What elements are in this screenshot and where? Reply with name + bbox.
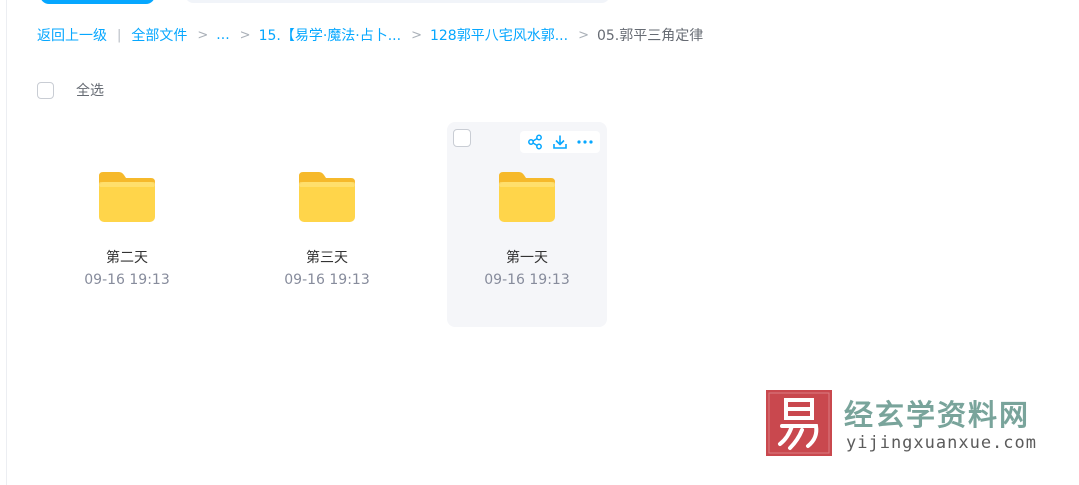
watermark-title: 经玄学资料网 [844, 398, 1031, 432]
watermark: 经玄学资料网 yijingxuanxue.com [766, 390, 1056, 456]
breadcrumb-separator: > [197, 27, 209, 43]
sidebar-edge [0, 0, 7, 485]
breadcrumb-separator: > [239, 27, 251, 43]
back-link[interactable]: 返回上一级 [37, 25, 107, 45]
breadcrumb: 返回上一级 | 全部文件 > ... > 15.【易学·魔法·占卜... > 1… [37, 25, 703, 45]
folder-checkbox[interactable] [453, 129, 471, 147]
file-browser-page: 返回上一级 | 全部文件 > ... > 15.【易学·魔法·占卜... > 1… [0, 0, 1079, 485]
search-input[interactable] [185, 0, 610, 3]
folder-icon [499, 172, 555, 222]
folder-icon [99, 172, 155, 222]
more-icon[interactable] [576, 133, 594, 151]
breadcrumb-level1[interactable]: 15.【易学·魔法·占卜... [259, 25, 402, 45]
upload-button[interactable] [40, 0, 155, 4]
folder-time: 09-16 19:13 [284, 272, 370, 288]
select-all-row: 全选 [37, 80, 104, 100]
breadcrumb-level2[interactable]: 128郭平八宅风水郭... [430, 25, 568, 45]
breadcrumb-all-files[interactable]: 全部文件 [131, 25, 187, 45]
folder-time: 09-16 19:13 [484, 272, 570, 288]
watermark-seal [766, 390, 832, 456]
breadcrumb-divider: | [117, 27, 122, 43]
folder-name: 第二天 [106, 250, 148, 266]
breadcrumb-separator: > [578, 27, 589, 43]
select-all-label[interactable]: 全选 [76, 80, 104, 100]
folder-card[interactable]: 第二天 09-16 19:13 [47, 122, 207, 327]
folder-card[interactable]: 第三天 09-16 19:13 [247, 122, 407, 327]
select-all-checkbox[interactable] [37, 81, 54, 99]
share-icon[interactable] [526, 133, 544, 151]
folder-time: 09-16 19:13 [84, 272, 170, 288]
folder-card[interactable]: 第一天 09-16 19:13 [447, 122, 607, 327]
folder-name: 第三天 [306, 250, 348, 266]
breadcrumb-ellipsis[interactable]: ... [216, 27, 229, 43]
folder-action-bar [520, 131, 600, 153]
folder-icon [299, 172, 355, 222]
breadcrumb-separator: > [411, 27, 422, 43]
folder-name: 第一天 [506, 250, 548, 266]
watermark-url: yijingxuanxue.com [846, 433, 1037, 453]
breadcrumb-current: 05.郭平三角定律 [596, 28, 704, 44]
download-icon[interactable] [551, 133, 569, 151]
